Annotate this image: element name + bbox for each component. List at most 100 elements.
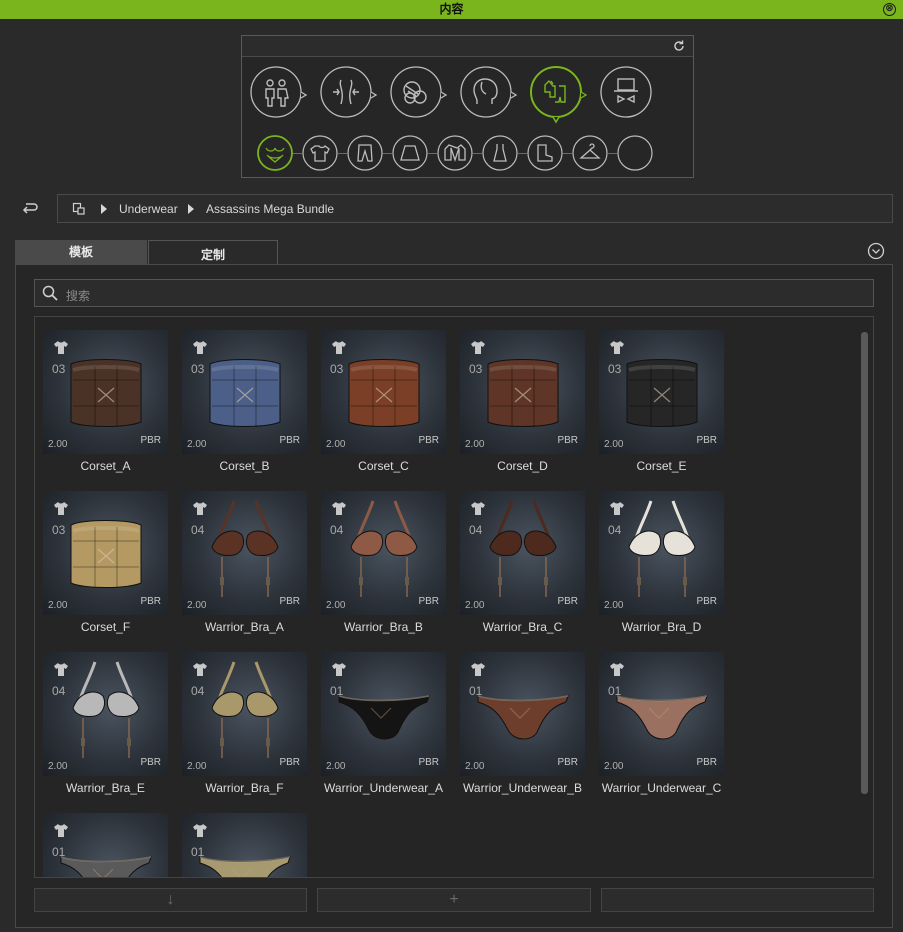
- item-thumbnail[interactable]: 01: [43, 813, 168, 877]
- breadcrumb-item-bundle[interactable]: Assassins Mega Bundle: [206, 202, 334, 216]
- breadcrumb-arrow-icon: [101, 204, 107, 214]
- pbr-badge: PBR: [279, 757, 300, 768]
- underwear-bra-icon[interactable]: [257, 135, 293, 171]
- empty-slot-icon[interactable]: [617, 135, 653, 171]
- item-card[interactable]: 04 2.00 PBR Warrior_Bra_E: [43, 652, 168, 802]
- head-profile-icon[interactable]: [460, 66, 518, 118]
- item-name: Corset_F: [80, 620, 131, 634]
- clothing-type-icon: [332, 502, 346, 515]
- boot-icon[interactable]: [527, 135, 563, 171]
- scrollbar[interactable]: [861, 332, 868, 794]
- item-card[interactable]: 03 2.00 PBR Corset_E: [599, 330, 724, 480]
- item-card[interactable]: 03 2.00 PBR Corset_C: [321, 330, 446, 480]
- item-card[interactable]: 04 2.00 PBR Warrior_Bra_F: [182, 652, 307, 802]
- item-count: 01: [608, 684, 622, 698]
- refresh-icon[interactable]: [672, 39, 686, 53]
- item-version: 2.00: [48, 761, 68, 772]
- search-input[interactable]: 搜索: [34, 279, 874, 307]
- item-thumbnail[interactable]: 03 2.00 PBR: [321, 330, 446, 454]
- item-thumbnail[interactable]: 03 2.00 PBR: [43, 330, 168, 454]
- item-thumbnail[interactable]: 04 2.00 PBR: [599, 491, 724, 615]
- item-grid[interactable]: 03 2.00 PBR Corset_A 03 2.00 PBR Corset_B 03 2.00…: [34, 316, 874, 878]
- item-thumbnail[interactable]: 04 2.00 PBR: [182, 491, 307, 615]
- item-version: 2.00: [48, 600, 68, 611]
- item-card[interactable]: 03 2.00 PBR Corset_B: [182, 330, 307, 480]
- item-thumbnail[interactable]: 01 2.00 PBR: [599, 652, 724, 776]
- item-card[interactable]: 01 2.00 PBR Warrior_Underwear_C: [599, 652, 724, 802]
- tab-template[interactable]: 模板: [15, 240, 147, 265]
- item-version: 2.00: [326, 761, 346, 772]
- close-icon[interactable]: ⊗: [883, 3, 896, 16]
- item-card[interactable]: 04 2.00 PBR Warrior_Bra_A: [182, 491, 307, 641]
- item-name: Warrior_Bra_E: [66, 781, 145, 795]
- category-connector: [518, 153, 527, 154]
- clothing-category-icon[interactable]: [530, 66, 588, 124]
- tab-custom[interactable]: 定制: [148, 240, 278, 265]
- item-card[interactable]: 01: [182, 813, 307, 877]
- dress-icon[interactable]: [482, 135, 518, 171]
- item-card[interactable]: 01 2.00 PBR Warrior_Underwear_B: [460, 652, 585, 802]
- pants-icon[interactable]: [347, 135, 383, 171]
- item-name: Warrior_Bra_D: [621, 620, 702, 634]
- item-version: 2.00: [604, 439, 624, 450]
- hanger-icon[interactable]: [572, 135, 608, 171]
- item-thumbnail[interactable]: 04 2.00 PBR: [43, 652, 168, 776]
- item-card[interactable]: 01 2.00 PBR Warrior_Underwear_A: [321, 652, 446, 802]
- item-version: 2.00: [187, 600, 207, 611]
- search-placeholder: 搜索: [66, 289, 91, 303]
- item-count: 04: [52, 684, 66, 698]
- item-name: Corset_A: [80, 459, 131, 473]
- add-button[interactable]: +: [317, 888, 591, 912]
- item-thumbnail[interactable]: 03 2.00 PBR: [43, 491, 168, 615]
- download-button[interactable]: ↓: [34, 888, 307, 912]
- collapse-chevron-icon[interactable]: [867, 242, 885, 260]
- breadcrumb-item-underwear[interactable]: Underwear: [119, 202, 178, 216]
- item-count: 04: [191, 684, 205, 698]
- item-card[interactable]: 01: [43, 813, 168, 877]
- item-count: 04: [469, 523, 483, 537]
- item-thumbnail[interactable]: 01 2.00 PBR: [460, 652, 585, 776]
- material-balls-icon[interactable]: [390, 66, 448, 118]
- item-name: Warrior_Underwear_A: [324, 781, 443, 795]
- item-version: 2.00: [187, 439, 207, 450]
- pbr-badge: PBR: [418, 596, 439, 607]
- item-version: 2.00: [604, 761, 624, 772]
- item-card[interactable]: 03 2.00 PBR Corset_F: [43, 491, 168, 641]
- item-card[interactable]: 04 2.00 PBR Warrior_Bra_C: [460, 491, 585, 641]
- clothing-type-icon: [471, 502, 485, 515]
- people-category-icon[interactable]: [250, 66, 308, 118]
- item-version: 2.00: [465, 600, 485, 611]
- item-card[interactable]: 04 2.00 PBR Warrior_Bra_B: [321, 491, 446, 641]
- category-connector: [563, 153, 572, 154]
- breadcrumb-arrow-icon: [188, 204, 194, 214]
- category-topbar: [242, 36, 693, 57]
- hat-bowtie-icon[interactable]: [600, 66, 652, 118]
- category-connector: [608, 153, 617, 154]
- item-card[interactable]: 03 2.00 PBR Corset_A: [43, 330, 168, 480]
- body-morph-icon[interactable]: [320, 66, 378, 118]
- skirt-icon[interactable]: [392, 135, 428, 171]
- item-thumbnail[interactable]: 03 2.00 PBR: [460, 330, 585, 454]
- category-connector: [338, 153, 347, 154]
- content-root-icon[interactable]: [72, 202, 86, 216]
- item-thumbnail[interactable]: 03 2.00 PBR: [182, 330, 307, 454]
- tshirt-icon[interactable]: [302, 135, 338, 171]
- pbr-badge: PBR: [418, 757, 439, 768]
- clothing-type-icon: [54, 502, 68, 515]
- clothing-type-icon: [332, 663, 346, 676]
- item-thumbnail[interactable]: 04 2.00 PBR: [321, 491, 446, 615]
- item-card[interactable]: 03 2.00 PBR Corset_D: [460, 330, 585, 480]
- item-thumbnail[interactable]: 01: [182, 813, 307, 877]
- item-thumbnail[interactable]: 01 2.00 PBR: [321, 652, 446, 776]
- item-thumbnail[interactable]: 03 2.00 PBR: [599, 330, 724, 454]
- jacket-icon[interactable]: [437, 135, 473, 171]
- category-connector: [293, 153, 302, 154]
- item-name: Warrior_Bra_A: [205, 620, 284, 634]
- item-thumbnail[interactable]: 04 2.00 PBR: [182, 652, 307, 776]
- item-version: 2.00: [326, 600, 346, 611]
- back-icon[interactable]: [20, 199, 40, 217]
- item-thumbnail[interactable]: 04 2.00 PBR: [460, 491, 585, 615]
- extra-button[interactable]: [601, 888, 874, 912]
- category-connector: [473, 153, 482, 154]
- item-card[interactable]: 04 2.00 PBR Warrior_Bra_D: [599, 491, 724, 641]
